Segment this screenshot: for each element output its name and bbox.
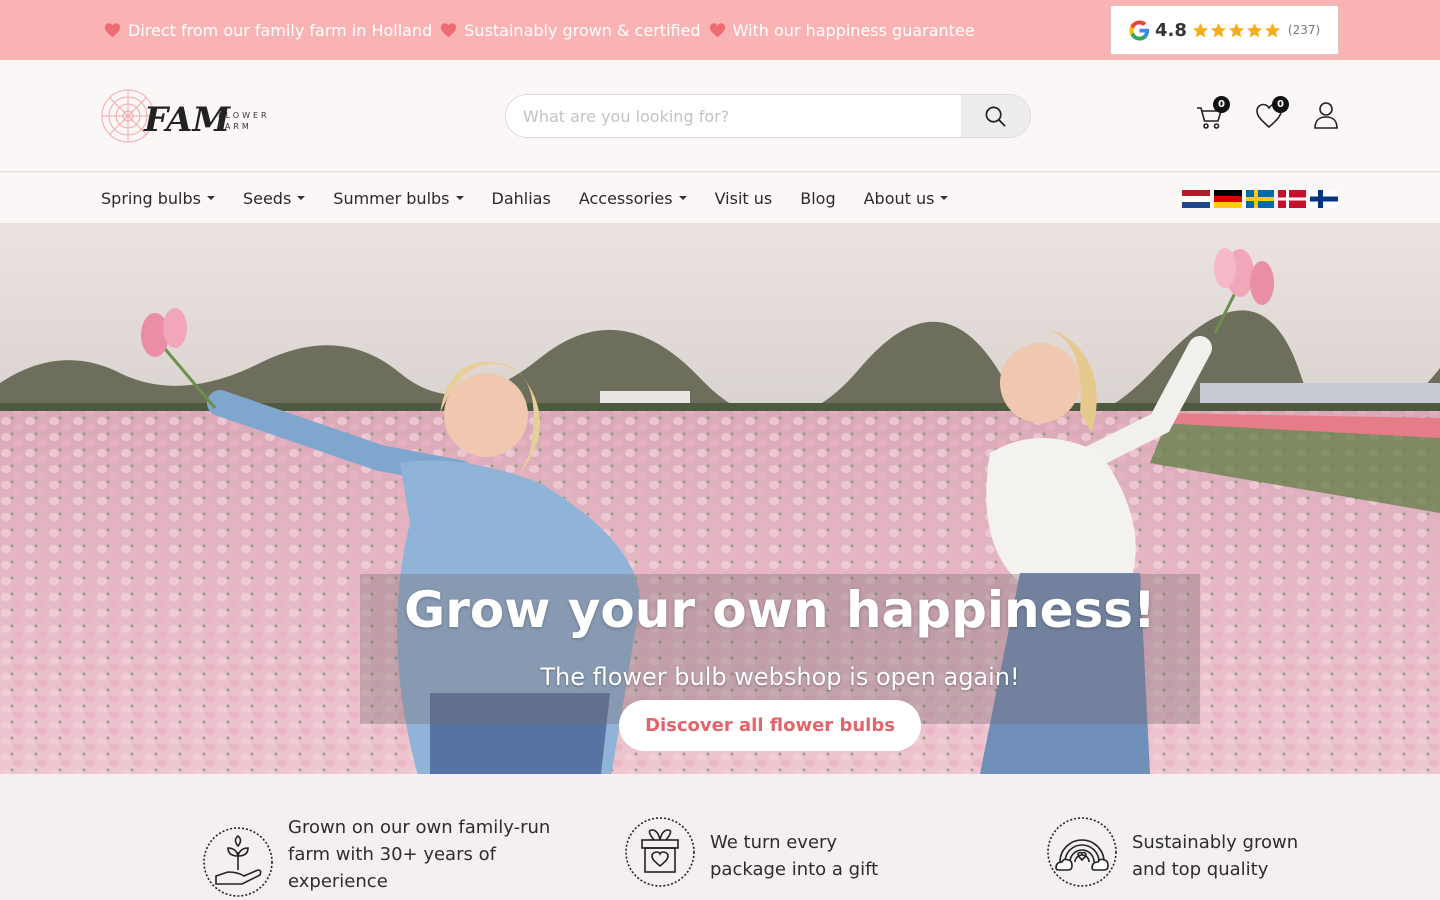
star-icon	[1228, 22, 1245, 37]
google-rating-widget[interactable]: 4.8 (237)	[1110, 5, 1339, 55]
promo-bar: Direct from our family farm in Holland S…	[0, 0, 1440, 60]
caret-down-icon	[678, 196, 687, 200]
nav-item-label: Visit us	[714, 188, 773, 208]
hero-subtitle: The flower bulb webshop is open again!	[540, 663, 1020, 691]
heart-icon	[709, 22, 725, 37]
hero-banner: Grow your own happiness! The flower bulb…	[0, 223, 1440, 774]
heart-icon	[441, 22, 457, 37]
logo-sub-1: FLOWER	[218, 111, 270, 120]
nav-item-label: Accessories	[578, 188, 673, 208]
feature-text: Grown on our own family-run farm with 30…	[288, 814, 550, 898]
caret-down-icon	[940, 196, 949, 200]
germany-flag-icon[interactable]	[1214, 190, 1242, 208]
nav-item-label: Seeds	[242, 188, 292, 208]
feature-line: Grown on our own family-run	[288, 817, 551, 838]
usp-text: With our happiness guarantee	[732, 20, 975, 40]
feature-line: farm with 30+ years of	[288, 844, 496, 865]
nav-item-blog[interactable]: Blog	[800, 189, 835, 208]
gift-box-icon	[625, 817, 695, 887]
search-button[interactable]	[961, 95, 1030, 137]
wishlist-count-badge: 0	[1272, 96, 1289, 113]
rating-stars	[1192, 22, 1281, 39]
site-header: FAM FLOWER FARM 0 0	[0, 60, 1440, 172]
caret-down-icon	[297, 196, 306, 200]
caret-down-icon	[455, 196, 464, 200]
finland-flag-icon[interactable]	[1310, 190, 1338, 208]
denmark-flag-icon[interactable]	[1278, 190, 1306, 208]
feature-line: We turn every	[710, 832, 838, 853]
cart-count-badge: 0	[1213, 96, 1230, 113]
nav-item-about-us[interactable]: About us	[864, 189, 949, 208]
star-icon	[1264, 22, 1281, 37]
usp-text: Sustainably grown & certified	[464, 20, 701, 40]
discover-bulbs-button[interactable]: Discover all flower bulbs	[619, 700, 921, 751]
features-strip: Grown on our own family-run farm with 30…	[0, 774, 1440, 900]
feature-item: We turn every package into a gift	[624, 816, 878, 888]
caret-down-icon	[206, 196, 215, 200]
feature-line: and top quality	[1132, 859, 1269, 880]
nav-item-label: Dahlias	[491, 188, 551, 208]
google-logo-icon	[1129, 19, 1150, 41]
search-input[interactable]	[506, 95, 961, 137]
sweden-flag-icon[interactable]	[1246, 190, 1274, 208]
hero-title: Grow your own happiness!	[404, 581, 1156, 639]
language-switcher	[1182, 190, 1338, 208]
logo-sub-2: FARM	[218, 122, 252, 131]
search-icon	[985, 106, 1006, 127]
feature-item: Sustainably grown and top quality	[1046, 816, 1298, 888]
usp-item: Sustainably grown & certified	[440, 20, 701, 40]
hand-plant-icon	[203, 827, 273, 897]
usp-text: Direct from our family farm in Holland	[128, 20, 433, 40]
nav-item-dahlias[interactable]: Dahlias	[492, 189, 551, 208]
nav-item-visit-us[interactable]: Visit us	[715, 189, 773, 208]
nav-item-label: About us	[863, 188, 935, 208]
fam-flower-farm-logo[interactable]: FAM FLOWER FARM	[100, 87, 282, 145]
star-icon	[1246, 22, 1263, 37]
rating-score: 4.8	[1155, 19, 1187, 41]
nav-item-spring-bulbs[interactable]: Spring bulbs	[101, 189, 215, 208]
usp-item: Direct from our family farm in Holland	[104, 21, 432, 40]
star-icon	[1192, 22, 1209, 37]
feature-line: experience	[288, 871, 388, 892]
star-icon	[1210, 22, 1227, 37]
feature-item: Grown on our own family-run farm with 30…	[202, 817, 550, 898]
heart-icon	[104, 22, 121, 37]
nav-item-accessories[interactable]: Accessories	[579, 189, 687, 208]
usp-list: Direct from our family farm in Holland S…	[104, 0, 975, 60]
wishlist-button[interactable]: 0	[1255, 96, 1289, 130]
main-navigation: Spring bulbs Seeds Summer bulbs Dahlias …	[0, 173, 1440, 223]
search-bar	[505, 94, 1031, 138]
nav-item-label: Spring bulbs	[101, 188, 201, 208]
account-button[interactable]	[1312, 100, 1340, 130]
nav-item-summer-bulbs[interactable]: Summer bulbs	[333, 188, 464, 208]
feature-line: package into a gift	[710, 859, 879, 880]
netherlands-flag-icon[interactable]	[1182, 190, 1210, 208]
feature-text: Sustainably grown and top quality	[1132, 829, 1298, 888]
feature-line: Sustainably grown	[1132, 832, 1299, 853]
logo-wordmark: FAM	[143, 100, 232, 140]
nav-item-label: Summer bulbs	[333, 188, 450, 208]
rating-count: (237)	[1287, 23, 1321, 37]
rainbow-icon	[1047, 817, 1117, 887]
feature-text: We turn every package into a gift	[710, 829, 878, 888]
nav-item-label: Blog	[800, 188, 836, 208]
nav-list: Spring bulbs Seeds Summer bulbs Dahlias …	[101, 173, 949, 223]
user-icon	[1314, 102, 1338, 129]
nav-item-seeds[interactable]: Seeds	[242, 188, 306, 208]
usp-item: With our happiness guarantee	[709, 21, 975, 40]
cart-button[interactable]: 0	[1196, 96, 1230, 130]
